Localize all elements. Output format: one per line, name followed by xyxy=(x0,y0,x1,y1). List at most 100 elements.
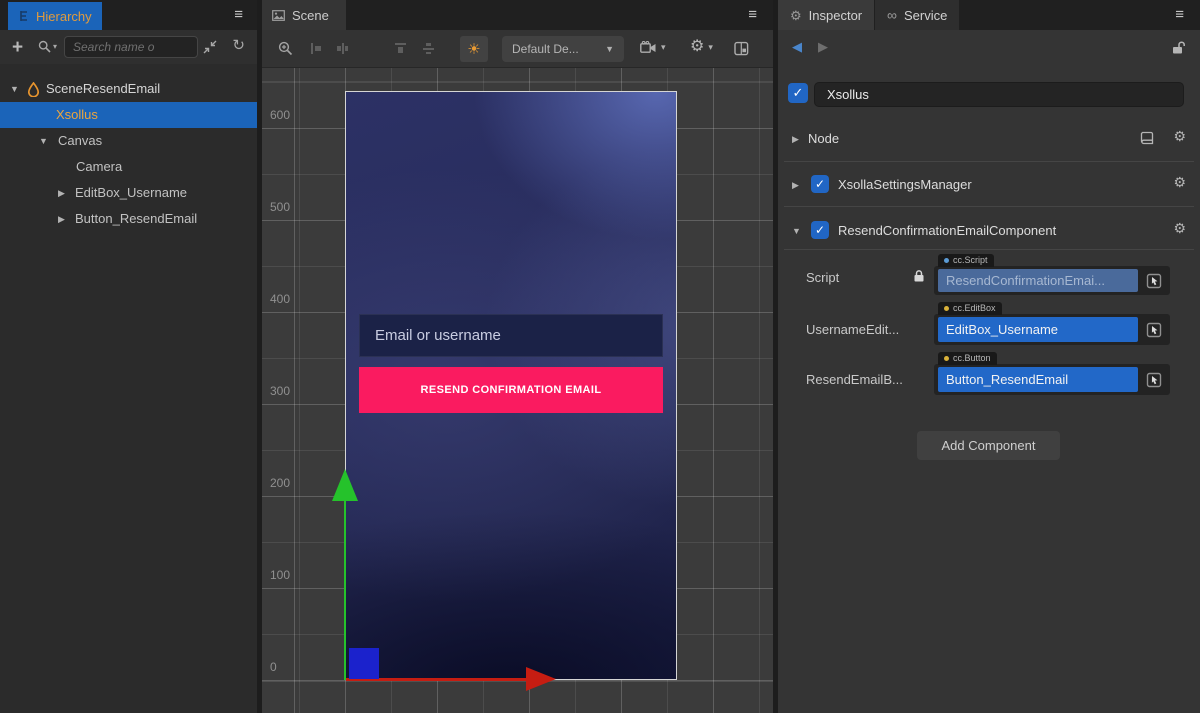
chevron-down-icon: ▾ xyxy=(661,42,666,53)
scene-settings-dropdown[interactable]: ⚙ ▾ xyxy=(690,39,713,55)
render-mode-value: Default De... xyxy=(512,42,579,56)
ruler-label: 100 xyxy=(270,568,290,582)
property-label: UsernameEdit... xyxy=(806,322,899,337)
tree-row-button-resendemail[interactable]: ▶ Button_ResendEmail xyxy=(0,206,257,232)
collapse-all-icon[interactable] xyxy=(203,40,217,59)
align-left-icon[interactable] xyxy=(310,42,323,55)
node-name-field[interactable]: Xsollus xyxy=(814,82,1184,107)
divider xyxy=(784,206,1194,207)
tab-hierarchy[interactable]: Hierarchy xyxy=(8,2,102,30)
property-label: Script xyxy=(806,270,839,285)
inspector-panel: ⚙ Inspector ∞ Service ≡ ◀ ▶ ✓ Xsollus ▶ … xyxy=(778,0,1200,713)
align-center-h-icon[interactable] xyxy=(336,42,349,55)
type-chip: cc.Script xyxy=(938,254,994,267)
node-prefab-book-icon[interactable] xyxy=(1139,131,1154,150)
expand-arrow-icon[interactable]: ▶ xyxy=(792,134,799,145)
gear-icon: ⚙ xyxy=(790,9,802,22)
scene-tabbar: Scene ≡ xyxy=(262,0,773,30)
unlock-icon[interactable] xyxy=(1171,40,1186,60)
tree-row-editbox-username[interactable]: ▶ EditBox_Username xyxy=(0,180,257,206)
component-enabled-checkbox[interactable]: ✓ xyxy=(811,221,829,239)
align-middle-v-icon[interactable] xyxy=(422,42,435,55)
tree-row-scene[interactable]: ▼ SceneResendEmail xyxy=(0,76,257,102)
add-component-button[interactable]: Add Component xyxy=(917,431,1060,460)
hierarchy-tabbar: Hierarchy ≡ xyxy=(0,0,257,30)
gizmo-y-axis[interactable] xyxy=(344,501,346,680)
create-node-button[interactable]: + xyxy=(12,38,23,57)
gizmo-x-arrowhead-icon[interactable] xyxy=(526,667,556,691)
tab-service[interactable]: ∞ Service xyxy=(875,0,959,30)
game-canvas[interactable]: RESEND CONFIRMATION EMAIL xyxy=(345,91,677,680)
chevron-down-icon: ▼ xyxy=(605,44,614,54)
zoom-region-icon[interactable] xyxy=(278,41,293,56)
camera-preview-dropdown[interactable]: ▾ xyxy=(640,41,666,54)
check-icon: ✓ xyxy=(815,177,825,191)
tree-row-xsollus[interactable]: Xsollus xyxy=(0,102,257,128)
node-active-checkbox[interactable]: ✓ xyxy=(788,83,808,103)
render-mode-dropdown[interactable]: Default De... ▼ xyxy=(502,36,624,62)
align-top-icon[interactable] xyxy=(394,42,407,55)
tree-row-camera[interactable]: Camera xyxy=(0,154,257,180)
node-picker-button[interactable] xyxy=(1141,317,1167,342)
collapse-arrow-icon[interactable]: ▼ xyxy=(792,226,801,236)
email-username-field[interactable] xyxy=(359,314,663,357)
expand-arrow-icon[interactable]: ▼ xyxy=(10,76,19,102)
lighting-toggle-button[interactable]: ☀ xyxy=(460,36,488,62)
hierarchy-panel: Hierarchy ≡ + ▾ ↻ ▼ Sc xyxy=(0,0,257,713)
tab-scene[interactable]: Scene xyxy=(262,0,346,30)
lock-icon xyxy=(912,269,926,288)
history-back-button[interactable]: ◀ xyxy=(792,40,802,53)
property-label: ResendEmailB... xyxy=(806,372,903,387)
tree-label: EditBox_Username xyxy=(75,180,187,206)
camera-icon xyxy=(640,41,657,54)
search-input[interactable] xyxy=(64,36,198,58)
service-tab-label: Service xyxy=(904,8,947,23)
resend-button-field: Button_ResendEmail xyxy=(934,364,1170,395)
component-gear-icon[interactable]: ⚙ xyxy=(1173,175,1186,189)
sun-icon: ☀ xyxy=(467,42,480,57)
tab-inspector[interactable]: ⚙ Inspector xyxy=(778,0,874,30)
scene-menu-icon[interactable]: ≡ xyxy=(748,7,757,22)
search-filter-button[interactable]: ▾ xyxy=(38,40,57,53)
ruler-label: 200 xyxy=(270,476,290,490)
node-section-header[interactable]: Node xyxy=(808,131,839,146)
origin-anchor-square[interactable] xyxy=(349,648,379,679)
service-link-icon: ∞ xyxy=(887,8,897,22)
type-chip: cc.EditBox xyxy=(938,302,1002,315)
expand-arrow-icon[interactable]: ▶ xyxy=(58,180,65,206)
tree-label: Button_ResendEmail xyxy=(75,206,197,232)
gizmo-y-arrowhead-icon[interactable] xyxy=(332,469,358,501)
tree-row-canvas[interactable]: ▼ Canvas xyxy=(0,128,257,154)
node-picker-button[interactable] xyxy=(1141,367,1167,392)
expand-arrow-icon[interactable]: ▶ xyxy=(58,206,65,232)
hierarchy-menu-icon[interactable]: ≡ xyxy=(234,7,243,22)
script-field: ResendConfirmationEmai... xyxy=(934,266,1170,295)
component-enabled-checkbox[interactable]: ✓ xyxy=(811,175,829,193)
resend-email-button[interactable]: RESEND CONFIRMATION EMAIL xyxy=(359,367,663,413)
scene-image-icon xyxy=(272,10,285,21)
resend-button-value[interactable]: Button_ResendEmail xyxy=(938,367,1138,392)
scene-viewport[interactable]: 600 500 400 300 200 100 0 RESEND CONFIRM… xyxy=(262,68,773,713)
layout-split-icon[interactable] xyxy=(734,41,749,56)
resend-component-header[interactable]: ResendConfirmationEmailComponent xyxy=(838,223,1056,238)
inspector-tabbar: ⚙ Inspector ∞ Service ≡ xyxy=(778,0,1200,30)
username-editbox-value[interactable]: EditBox_Username xyxy=(938,317,1138,342)
refresh-icon[interactable]: ↻ xyxy=(232,38,245,53)
scene-toolbar: ☀ Default De... ▼ ▾ ⚙ ▾ xyxy=(262,30,773,68)
tree-label: Camera xyxy=(76,154,122,180)
ruler-label: 400 xyxy=(270,292,290,306)
component-gear-icon[interactable]: ⚙ xyxy=(1173,221,1186,235)
gear-icon: ⚙ xyxy=(690,39,704,55)
divider xyxy=(784,249,1194,250)
node-gear-icon[interactable]: ⚙ xyxy=(1173,129,1186,143)
cocos-creator-editor: Hierarchy ≡ + ▾ ↻ ▼ Sc xyxy=(0,0,1200,713)
hierarchy-toolbar: + ▾ ↻ xyxy=(0,30,257,64)
history-forward-button[interactable]: ▶ xyxy=(818,40,828,53)
inspector-menu-icon[interactable]: ≡ xyxy=(1175,7,1184,22)
script-value[interactable]: ResendConfirmationEmai... xyxy=(938,269,1138,292)
settings-manager-header[interactable]: XsollaSettingsManager xyxy=(838,177,972,192)
expand-arrow-icon[interactable]: ▼ xyxy=(39,128,48,154)
node-picker-button[interactable] xyxy=(1141,269,1167,292)
expand-arrow-icon[interactable]: ▶ xyxy=(792,180,799,191)
chevron-down-icon: ▾ xyxy=(708,42,713,53)
